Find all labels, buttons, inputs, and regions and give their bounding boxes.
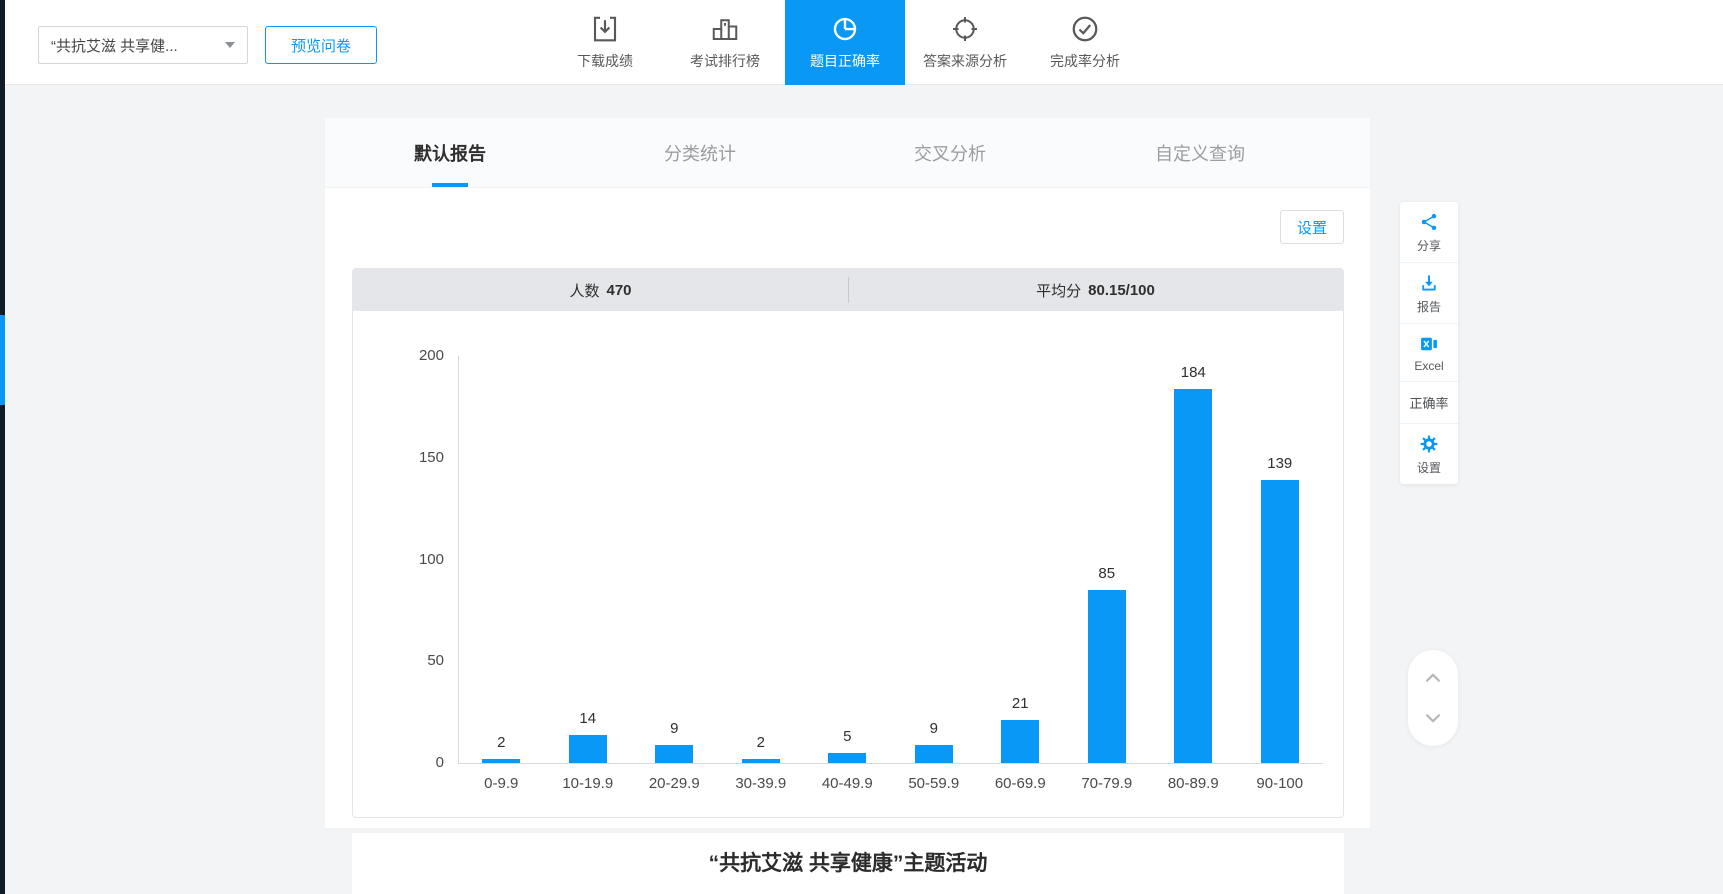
x-category-label: 30-39.9 xyxy=(718,775,805,792)
left-strip-scroll-indicator xyxy=(0,315,5,405)
y-axis-line xyxy=(458,356,459,763)
tool-label: 报告 xyxy=(1417,298,1441,315)
download-icon xyxy=(1419,273,1439,293)
top-nav: 下载成绩 考试排行榜 题目正确率 答案来源分析 完成率分析 xyxy=(545,0,1145,85)
bar-90-100[interactable] xyxy=(1261,480,1299,763)
respondent-count: 人数 470 xyxy=(353,269,848,311)
nav-item-download-scores[interactable]: 下载成绩 xyxy=(545,0,665,85)
respondent-count-value: 470 xyxy=(606,282,631,299)
bar-value-label: 14 xyxy=(545,710,632,727)
target-icon xyxy=(950,14,980,44)
check-circle-icon xyxy=(1070,14,1100,44)
bar-50-59.9[interactable] xyxy=(915,745,953,763)
excel-icon xyxy=(1419,334,1439,354)
average-score: 平均分 80.15/100 xyxy=(848,269,1343,311)
bar-value-label: 21 xyxy=(977,695,1064,712)
stats-bar: 人数 470 平均分 80.15/100 xyxy=(353,269,1343,311)
nav-item-question-accuracy[interactable]: 题目正确率 xyxy=(785,0,905,85)
bar-value-label: 184 xyxy=(1150,364,1237,381)
nav-item-answer-source-analysis[interactable]: 答案来源分析 xyxy=(905,0,1025,85)
tool-label: 分享 xyxy=(1417,237,1441,254)
x-category-label: 50-59.9 xyxy=(891,775,978,792)
download-tray-icon xyxy=(590,14,620,44)
left-edge-strip xyxy=(0,0,5,894)
stats-divider xyxy=(848,277,849,303)
nav-item-label: 答案来源分析 xyxy=(923,51,1007,71)
bar-10-19.9[interactable] xyxy=(569,735,607,763)
average-score-value: 80.15/100 xyxy=(1088,282,1155,299)
tool-label: 正确率 xyxy=(1409,393,1448,412)
y-tick-label: 100 xyxy=(384,551,444,568)
x-category-label: 20-29.9 xyxy=(631,775,718,792)
report-card: 默认报告分类统计交叉分析自定义查询 设置 人数 470 平均分 80.15/10… xyxy=(325,118,1370,828)
bar-60-69.9[interactable] xyxy=(1001,720,1039,763)
tool-settings[interactable]: 设置 xyxy=(1400,424,1458,484)
gear-icon xyxy=(1419,434,1439,454)
nav-item-label: 完成率分析 xyxy=(1050,51,1120,71)
bar-value-label: 139 xyxy=(1237,455,1324,472)
score-distribution-panel: 人数 470 平均分 80.15/100 05010015020020-9.91… xyxy=(352,268,1344,818)
tool-share[interactable]: 分享 xyxy=(1400,202,1458,263)
bar-value-label: 9 xyxy=(891,720,978,737)
bar-40-49.9[interactable] xyxy=(828,753,866,763)
average-score-label: 平均分 xyxy=(1036,280,1081,301)
nav-item-label: 考试排行榜 xyxy=(690,51,760,71)
scroll-down-button[interactable] xyxy=(1420,705,1446,731)
y-tick-label: 150 xyxy=(384,449,444,466)
tool-accuracy[interactable]: 正确率 xyxy=(1400,382,1458,424)
tool-label: 设置 xyxy=(1417,459,1441,476)
chart-title: “共抗艾滋 共享健康”主题活动 xyxy=(709,847,988,894)
report-tabs: 默认报告分类统计交叉分析自定义查询 xyxy=(325,118,1370,188)
nav-item-exam-ranking[interactable]: 考试排行榜 xyxy=(665,0,785,85)
nav-item-label: 题目正确率 xyxy=(810,51,880,71)
tool-report[interactable]: 报告 xyxy=(1400,263,1458,324)
scroll-up-button[interactable] xyxy=(1420,665,1446,691)
x-category-label: 60-69.9 xyxy=(977,775,1064,792)
bar-value-label: 85 xyxy=(1064,565,1151,582)
bar-80-89.9[interactable] xyxy=(1174,389,1212,763)
ranking-icon xyxy=(710,14,740,44)
survey-select[interactable]: “共抗艾滋 共享健... xyxy=(38,26,248,64)
bar-0-9.9[interactable] xyxy=(482,759,520,763)
preview-survey-button[interactable]: 预览问卷 xyxy=(265,26,377,64)
tab-cross-analysis[interactable]: 交叉分析 xyxy=(825,118,1075,187)
tool-excel[interactable]: Excel xyxy=(1400,324,1458,382)
chart-settings-button[interactable]: 设置 xyxy=(1280,210,1344,244)
x-category-label: 80-89.9 xyxy=(1150,775,1237,792)
share-icon xyxy=(1419,212,1439,232)
bar-value-label: 2 xyxy=(718,734,805,751)
bar-chart: 0 50 100 150 200 2 0-9.9 14 10-19.9 9 20-29.9 2 30-3… xyxy=(353,311,1343,817)
tab-category-stats[interactable]: 分类统计 xyxy=(575,118,825,187)
x-category-label: 40-49.9 xyxy=(804,775,891,792)
bar-30-39.9[interactable] xyxy=(742,759,780,763)
respondent-count-label: 人数 xyxy=(569,280,599,301)
chart-title-block: “共抗艾滋 共享健康”主题活动 xyxy=(352,833,1344,894)
x-axis-line xyxy=(458,763,1323,764)
topbar: “共抗艾滋 共享健... 预览问卷 下载成绩 考试排行榜 题目正确率 答案来源分析 完成… xyxy=(0,0,1723,85)
y-tick-label: 200 xyxy=(384,347,444,364)
x-category-label: 10-19.9 xyxy=(545,775,632,792)
nav-item-label: 下载成绩 xyxy=(577,51,633,71)
scroll-pill xyxy=(1408,650,1458,746)
bar-value-label: 9 xyxy=(631,720,718,737)
bar-value-label: 2 xyxy=(458,734,545,751)
pie-chart-icon xyxy=(830,14,860,44)
bar-70-79.9[interactable] xyxy=(1088,590,1126,763)
x-category-label: 70-79.9 xyxy=(1064,775,1151,792)
nav-item-completion-analysis[interactable]: 完成率分析 xyxy=(1025,0,1145,85)
survey-select-value: “共抗艾滋 共享健... xyxy=(51,35,178,56)
y-tick-label: 0 xyxy=(384,754,444,771)
bar-value-label: 5 xyxy=(804,728,891,745)
tab-custom-query[interactable]: 自定义查询 xyxy=(1075,118,1325,187)
x-category-label: 0-9.9 xyxy=(458,775,545,792)
y-tick-label: 50 xyxy=(384,652,444,669)
tab-default-report[interactable]: 默认报告 xyxy=(325,118,575,187)
tool-label: Excel xyxy=(1414,359,1443,373)
bar-20-29.9[interactable] xyxy=(655,745,693,763)
caret-down-icon xyxy=(225,42,235,48)
x-category-label: 90-100 xyxy=(1237,775,1324,792)
side-toolbar: 分享报告 Excel 正确率设置 xyxy=(1400,202,1458,484)
